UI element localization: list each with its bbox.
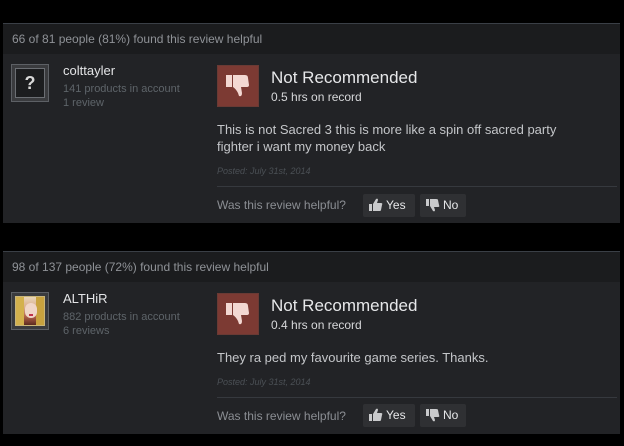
- author-meta: 141 products in account 1 review: [63, 82, 180, 110]
- helpful-summary: 98 of 137 people (72%) found this review…: [3, 252, 620, 282]
- yes-label: Yes: [386, 408, 406, 422]
- author-name[interactable]: ALTHiR: [63, 291, 108, 306]
- thumbs-up-icon: [369, 198, 383, 211]
- posted-date: Posted: July 31st, 2014: [217, 166, 311, 176]
- verdict-title: Not Recommended: [271, 68, 418, 87]
- user-photo: [15, 296, 45, 326]
- divider: [217, 397, 617, 398]
- author-review-count[interactable]: 6 reviews: [63, 324, 180, 338]
- author-name[interactable]: colttayler: [63, 63, 115, 78]
- divider: [217, 186, 617, 187]
- hours-on-record: 0.5 hrs on record: [271, 90, 362, 104]
- author-meta: 882 products in account 6 reviews: [63, 310, 180, 338]
- author-products: 882 products in account: [63, 311, 180, 323]
- avatar[interactable]: [11, 292, 49, 330]
- vote-no-button[interactable]: No: [420, 194, 466, 217]
- verdict-title: Not Recommended: [271, 296, 418, 315]
- review-card: 66 of 81 people (81%) found this review …: [3, 23, 620, 223]
- helpful-prompt: Was this review helpful?: [217, 409, 346, 423]
- author-products: 141 products in account: [63, 83, 180, 95]
- avatar[interactable]: ?: [11, 64, 49, 102]
- review-text: This is not Sacred 3 this is more like a…: [217, 122, 557, 154]
- vote-no-button[interactable]: No: [420, 404, 466, 427]
- vote-yes-button[interactable]: Yes: [363, 194, 415, 217]
- no-label: No: [443, 408, 459, 422]
- thumbs-down-small-icon: [426, 199, 440, 212]
- thumbs-down-small-icon: [426, 409, 440, 422]
- hours-on-record: 0.4 hrs on record: [271, 318, 362, 332]
- review-card: 98 of 137 people (72%) found this review…: [3, 251, 620, 434]
- helpful-summary: 66 of 81 people (81%) found this review …: [3, 24, 620, 54]
- posted-date: Posted: July 31st, 2014: [217, 377, 311, 387]
- thumbs-down-icon: [217, 293, 259, 335]
- no-label: No: [443, 198, 459, 212]
- helpful-prompt: Was this review helpful?: [217, 198, 346, 212]
- question-mark-icon: ?: [15, 68, 45, 98]
- review-text: They ra ped my favourite game series. Th…: [217, 350, 489, 365]
- thumbs-down-icon: [217, 65, 259, 107]
- vote-yes-button[interactable]: Yes: [363, 404, 415, 427]
- yes-label: Yes: [386, 198, 406, 212]
- author-review-count[interactable]: 1 review: [63, 96, 180, 110]
- thumbs-up-icon: [369, 408, 383, 421]
